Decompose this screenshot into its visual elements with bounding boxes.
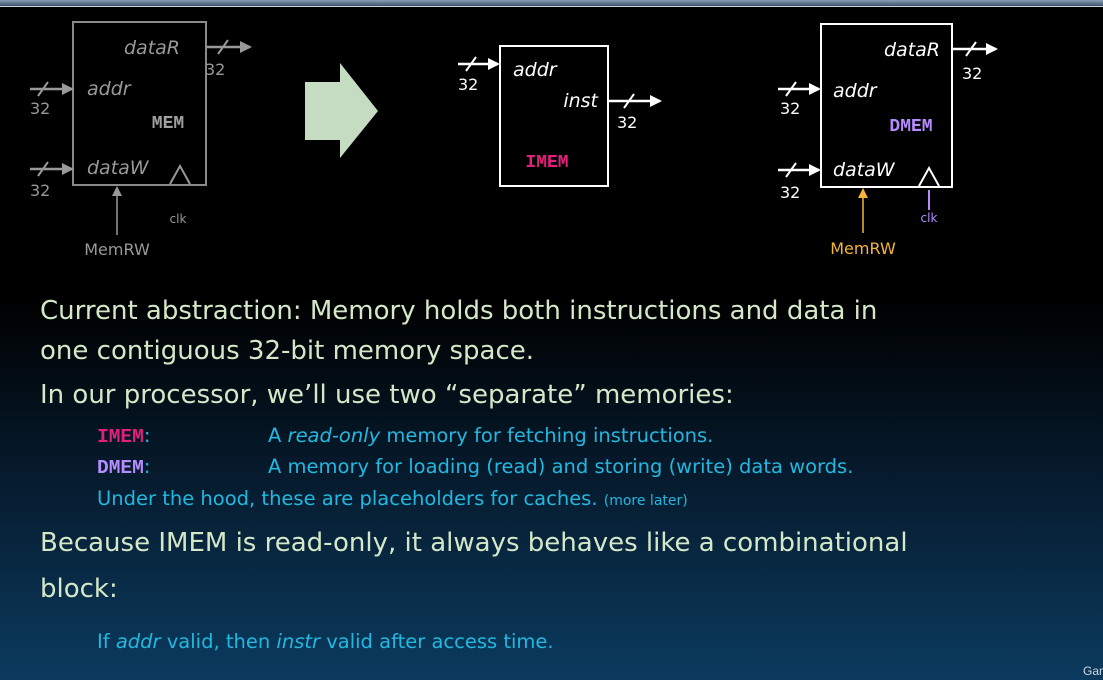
imem-addr-arrowhead <box>488 58 500 70</box>
l6-part-c: valid after access time. <box>320 630 554 653</box>
dmem-bullet: DMEM: <box>97 455 150 479</box>
imem-addr-width: 32 <box>458 75 478 94</box>
footer-text: Gar <box>1082 664 1103 678</box>
l6-addr: addr <box>115 630 161 653</box>
transform-arrow <box>305 63 378 158</box>
dmem-name: DMEM <box>889 117 932 137</box>
l6-part-b: valid, then <box>160 630 277 653</box>
l6-instr: instr <box>276 630 321 653</box>
hood-note: (more later) <box>603 493 688 509</box>
imem-desc-part-a: A <box>268 424 288 447</box>
dmem-clk-label: clk <box>921 211 938 225</box>
dmem-dataR-width: 32 <box>962 64 982 83</box>
dmem-addr-width: 32 <box>780 99 800 118</box>
mem-block: dataR 32 32 addr MEM 32 dataW clk MemRW <box>30 21 252 259</box>
imem-colon: : <box>143 424 151 447</box>
imem-name: IMEM <box>525 153 568 173</box>
dmem-dataR-label: dataR <box>884 39 940 61</box>
mem-clk-label: clk <box>170 212 187 226</box>
mem-clock-triangle <box>169 163 191 185</box>
imem-inst-label: inst <box>563 90 599 112</box>
dmem-block: dataR 32 32 addr DMEM 32 dataW clk MemRW <box>778 23 998 258</box>
mem-dataR-arrowhead <box>240 41 252 53</box>
dmem-memrw-arrowhead <box>858 188 868 198</box>
l6-part-a: If <box>97 630 116 653</box>
imem-inst-width: 32 <box>617 113 637 132</box>
dmem-dataR-arrowhead <box>986 43 998 55</box>
dmem-dataW-width: 32 <box>780 183 800 202</box>
dmem-dataW-label: dataW <box>833 159 896 181</box>
dmem-term: DMEM <box>97 457 144 479</box>
text-line-3: In our processor, we’ll use two “separat… <box>40 380 734 410</box>
text-line-1: Current abstraction: Memory holds both i… <box>40 296 878 326</box>
mem-dataW-label: dataW <box>87 157 150 179</box>
imem-desc-emphasis: read-only <box>287 424 381 447</box>
hood-line: Under the hood, these are placeholders f… <box>97 487 688 510</box>
hood-text: Under the hood, these are placeholders f… <box>97 487 598 510</box>
text-line-2: one contiguous 32-bit memory space. <box>40 336 535 366</box>
mem-addr-label: addr <box>87 78 132 100</box>
dmem-dataW-arrowhead <box>809 164 821 176</box>
imem-inst-arrowhead <box>650 95 662 107</box>
imem-bullet: IMEM: <box>97 424 150 448</box>
imem-block: 32 addr inst 32 IMEM <box>458 45 662 187</box>
mem-memrw-label: MemRW <box>84 240 150 259</box>
dmem-addr-label: addr <box>833 80 878 102</box>
text-line-5: block: <box>40 574 118 604</box>
imem-addr-label: addr <box>513 59 558 81</box>
dmem-clock-triangle <box>918 165 940 187</box>
mem-dataR-width: 32 <box>205 60 225 79</box>
mem-name: MEM <box>152 114 184 134</box>
mem-addr-width: 32 <box>30 99 50 118</box>
dmem-memrw-label: MemRW <box>830 239 896 258</box>
mem-memrw-arrowhead <box>112 186 122 196</box>
dmem-addr-arrowhead <box>809 83 821 95</box>
text-line-6: If addr valid, then instr valid after ac… <box>97 630 554 653</box>
dmem-colon: : <box>143 455 151 478</box>
imem-description: A read-only memory for fetching instruct… <box>268 424 713 447</box>
text-line-4: Because IMEM is read-only, it always beh… <box>40 528 908 558</box>
imem-term: IMEM <box>97 426 144 448</box>
imem-desc-part-b: memory for fetching instructions. <box>380 424 714 447</box>
mem-dataW-width: 32 <box>30 181 50 200</box>
memory-diagrams: dataR 32 32 addr MEM 32 dataW clk MemRW … <box>30 21 998 259</box>
dmem-description: A memory for loading (read) and storing … <box>268 455 854 478</box>
mem-dataR-label: dataR <box>124 37 180 59</box>
